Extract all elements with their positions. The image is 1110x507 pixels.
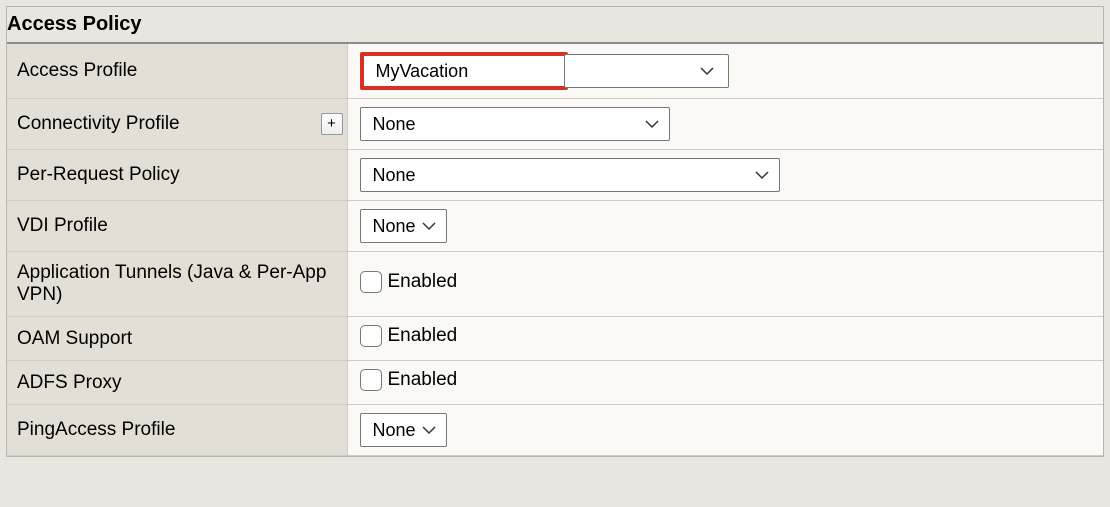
label-pingaccess-profile: PingAccess Profile <box>17 419 175 440</box>
chevron-down-icon <box>422 425 436 435</box>
highlight-access-profile: MyVacation <box>360 52 568 90</box>
checkbox-app-tunnels[interactable] <box>360 271 382 293</box>
label-connectivity-profile: Connectivity Profile <box>17 113 180 134</box>
checkbox-label-oam-support: Enabled <box>388 325 458 347</box>
label-app-tunnels: Application Tunnels (Java & Per-App VPN) <box>17 262 326 305</box>
row-oam-support: OAM Support Enabled <box>7 317 1103 361</box>
access-policy-form: Access Profile MyVacation <box>7 42 1103 456</box>
select-per-request-policy[interactable]: None <box>360 158 780 192</box>
add-connectivity-profile-button[interactable]: + <box>321 113 343 135</box>
label-per-request-policy: Per-Request Policy <box>17 164 180 185</box>
checkbox-adfs-proxy[interactable] <box>360 369 382 391</box>
checkbox-oam-support[interactable] <box>360 325 382 347</box>
select-pingaccess-profile-text: None <box>373 420 416 441</box>
label-vdi-profile: VDI Profile <box>17 215 108 236</box>
row-adfs-proxy: ADFS Proxy Enabled <box>7 361 1103 405</box>
row-app-tunnels: Application Tunnels (Java & Per-App VPN)… <box>7 252 1103 317</box>
select-connectivity-profile[interactable]: None <box>360 107 670 141</box>
checkbox-label-adfs-proxy: Enabled <box>388 369 458 391</box>
row-per-request-policy: Per-Request Policy None <box>7 150 1103 201</box>
label-oam-support: OAM Support <box>17 328 132 349</box>
panel-title: Access Policy <box>7 7 1103 42</box>
label-access-profile: Access Profile <box>17 60 137 81</box>
select-access-profile-text: MyVacation <box>376 61 469 82</box>
chevron-down-icon <box>700 66 714 76</box>
label-adfs-proxy: ADFS Proxy <box>17 372 122 393</box>
row-connectivity-profile: Connectivity Profile + None <box>7 99 1103 150</box>
checkbox-label-app-tunnels: Enabled <box>388 271 458 293</box>
select-vdi-profile[interactable]: None <box>360 209 447 243</box>
chevron-down-icon <box>755 170 769 180</box>
select-access-profile-value[interactable]: MyVacation <box>364 56 564 86</box>
row-vdi-profile: VDI Profile None <box>7 201 1103 252</box>
select-connectivity-profile-text: None <box>373 114 416 135</box>
select-pingaccess-profile[interactable]: None <box>360 413 447 447</box>
row-pingaccess-profile: PingAccess Profile None <box>7 405 1103 456</box>
chevron-down-icon <box>645 119 659 129</box>
select-per-request-policy-text: None <box>373 165 416 186</box>
chevron-down-icon <box>422 221 436 231</box>
row-access-profile: Access Profile MyVacation <box>7 43 1103 99</box>
select-vdi-profile-text: None <box>373 216 416 237</box>
select-access-profile-dropdown[interactable] <box>564 54 729 88</box>
access-policy-panel: Access Policy Access Profile MyVacation <box>6 6 1104 457</box>
